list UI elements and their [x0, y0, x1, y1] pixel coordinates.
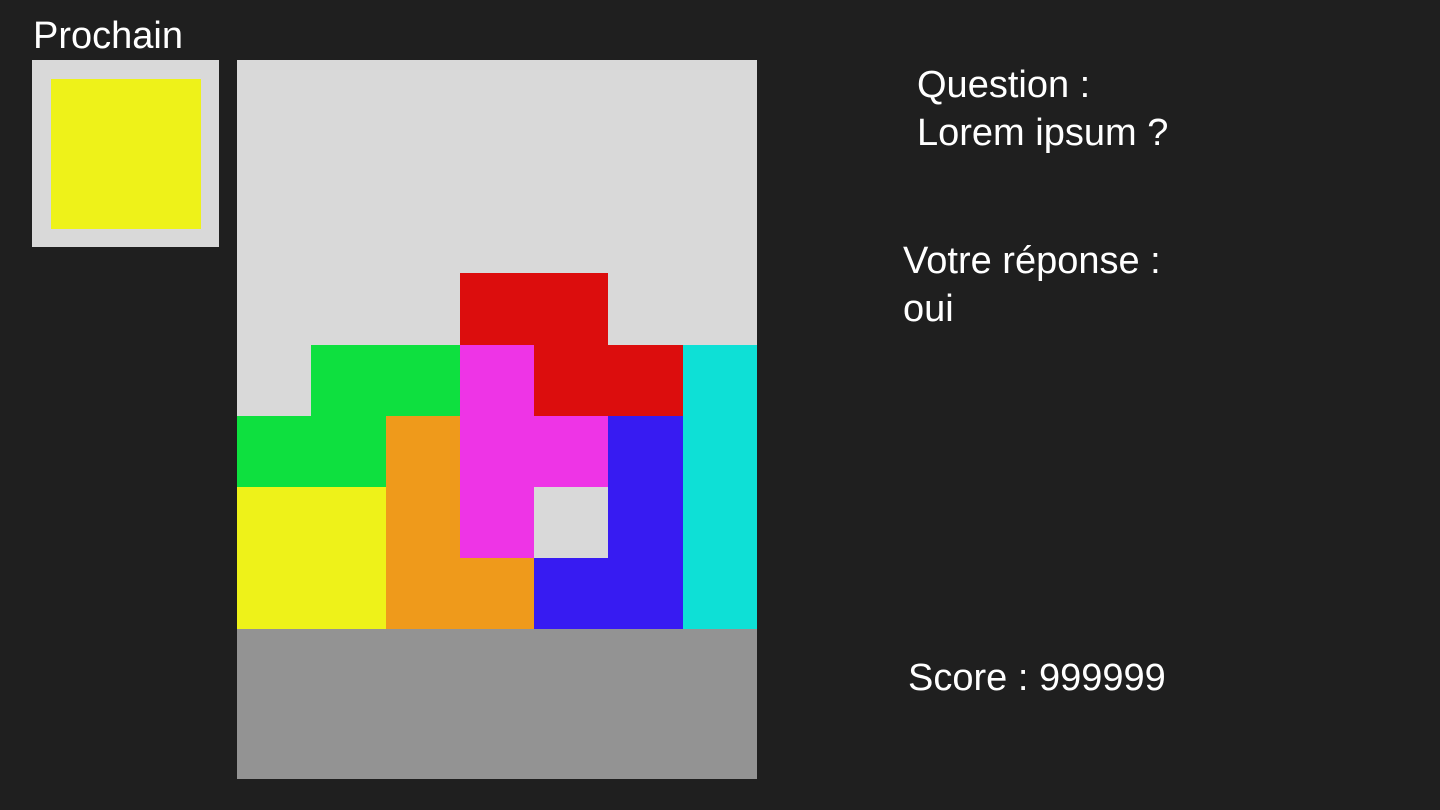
- board-cell: [460, 558, 534, 629]
- board-cell: [460, 487, 534, 558]
- board-cell: [237, 487, 311, 558]
- board-cell: [386, 345, 460, 416]
- board-floor: [237, 629, 757, 779]
- board-cell: [311, 345, 386, 416]
- board-cell: [608, 487, 683, 558]
- board-cell: [683, 345, 757, 416]
- question-panel: Question : Lorem ipsum ?: [917, 61, 1168, 157]
- board-cell: [460, 273, 534, 345]
- next-piece-label: Prochain: [33, 15, 183, 57]
- board-cell: [386, 416, 460, 487]
- answer-value: oui: [903, 288, 954, 330]
- board-cell: [683, 487, 757, 558]
- board-cell: [311, 416, 386, 487]
- board-cell: [608, 345, 683, 416]
- answer-panel: Votre réponse : oui: [903, 237, 1161, 333]
- score-display: Score : 999999: [908, 657, 1166, 699]
- game-board[interactable]: [237, 60, 757, 779]
- board-cell: [608, 416, 683, 487]
- board-cell: [386, 558, 460, 629]
- board-cell: [311, 487, 386, 558]
- board-cell: [386, 487, 460, 558]
- board-cell: [534, 345, 608, 416]
- next-piece-preview: [32, 60, 219, 247]
- board-cell: [237, 558, 311, 629]
- answer-label: Votre réponse :: [903, 240, 1161, 282]
- question-label: Question :: [917, 64, 1091, 106]
- board-cell: [237, 416, 311, 487]
- board-cell: [534, 416, 608, 487]
- board-cell: [534, 558, 608, 629]
- board-cell: [460, 416, 534, 487]
- board-cell: [534, 273, 608, 345]
- board-cell: [311, 558, 386, 629]
- next-piece-o-block: [51, 79, 201, 229]
- board-cell: [460, 345, 534, 416]
- board-cell: [608, 558, 683, 629]
- question-text: Lorem ipsum ?: [917, 112, 1169, 154]
- board-cell: [683, 416, 757, 487]
- board-cell: [683, 558, 757, 629]
